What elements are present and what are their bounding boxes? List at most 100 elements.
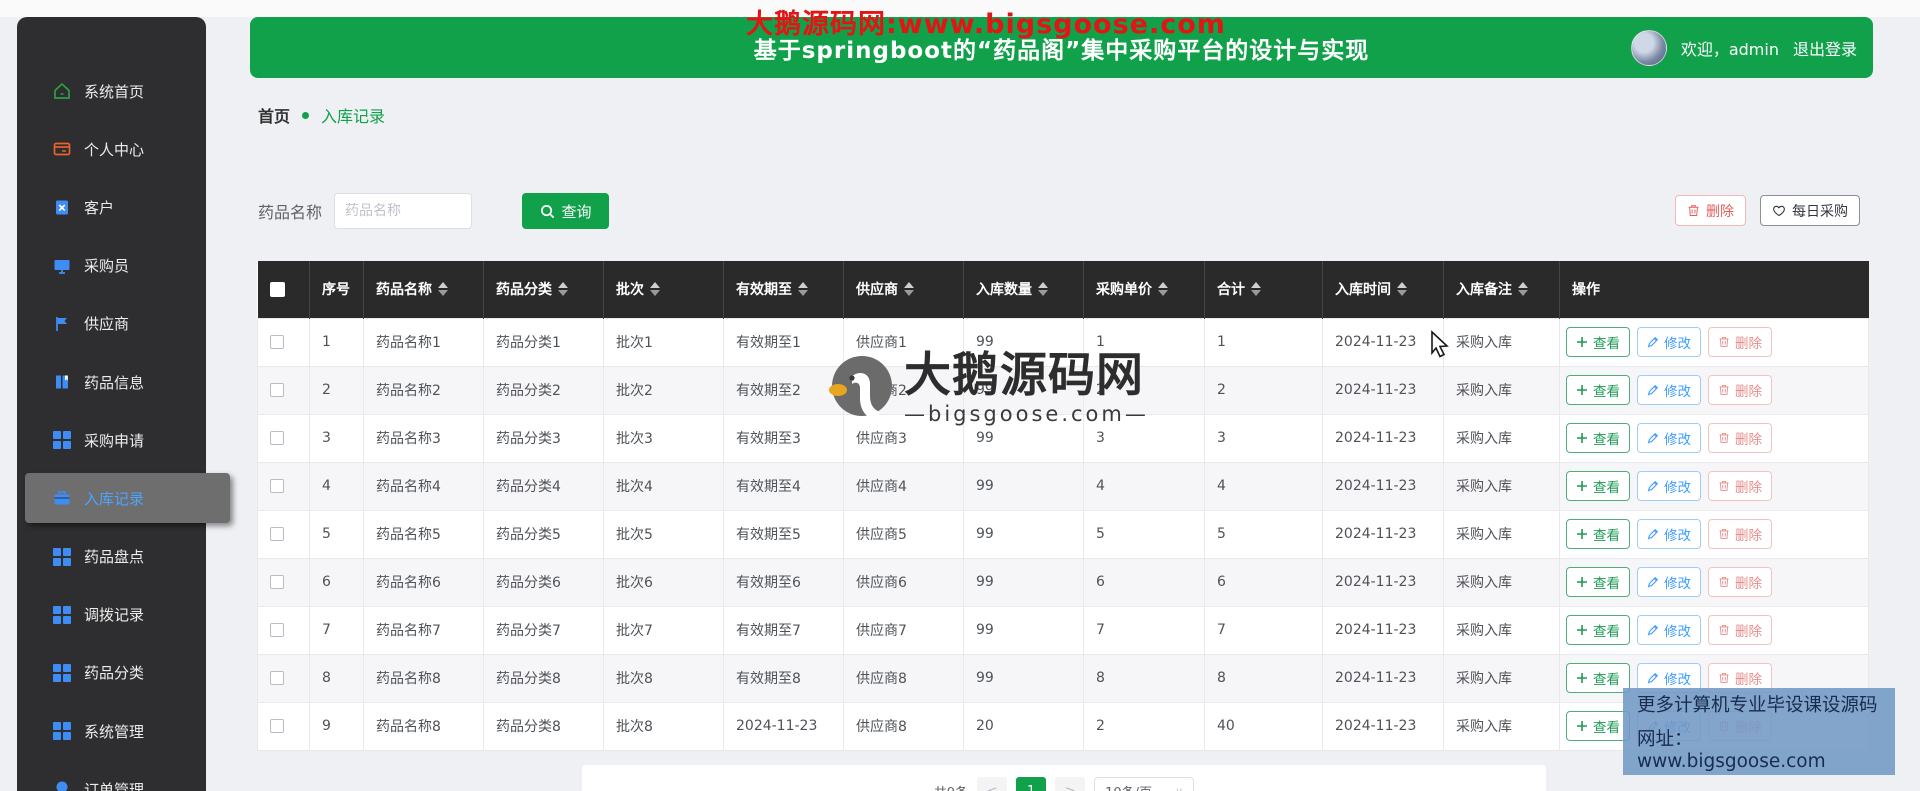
- sidebar-item-2[interactable]: 客户: [17, 178, 206, 236]
- sidebar-item-0[interactable]: 系统首页: [17, 62, 206, 120]
- sort-icon[interactable]: [650, 282, 660, 297]
- sort-icon[interactable]: [1158, 282, 1168, 297]
- sort-icon[interactable]: [1518, 282, 1528, 297]
- view-button[interactable]: 查看: [1566, 423, 1630, 453]
- sidebar-item-9[interactable]: 调拨记录: [17, 586, 206, 644]
- column-header[interactable]: 药品名称: [363, 261, 484, 318]
- view-button[interactable]: 查看: [1566, 615, 1630, 645]
- pencil-icon: [1647, 624, 1659, 636]
- checkbox[interactable]: [269, 281, 285, 297]
- sort-icon[interactable]: [1397, 282, 1407, 297]
- bulk-delete-button[interactable]: 删除: [1675, 195, 1746, 226]
- table-cell: 采购入库: [1443, 317, 1560, 367]
- sidebar-item-6[interactable]: 采购申请: [17, 411, 206, 469]
- delete-button[interactable]: 删除: [1708, 327, 1772, 357]
- sort-icon[interactable]: [1038, 282, 1048, 297]
- column-header: 序号: [309, 261, 364, 318]
- table-row: 5 药品名称5 药品分类5 批次5 有效期至5 供应商5 99 5 5 2024-11-23 采购入…: [257, 509, 1869, 559]
- sidebar-item-10[interactable]: 药品分类: [17, 644, 206, 702]
- daily-purchase-button[interactable]: 每日采购: [1760, 195, 1860, 226]
- table-cell: 99: [963, 605, 1084, 655]
- row-checkbox[interactable]: [270, 479, 284, 493]
- column-header[interactable]: 药品分类: [483, 261, 604, 318]
- row-checkbox[interactable]: [270, 527, 284, 541]
- edit-button[interactable]: 修改: [1637, 519, 1701, 549]
- delete-button[interactable]: 删除: [1708, 375, 1772, 405]
- sidebar-item-3[interactable]: 采购员: [17, 237, 206, 295]
- table-cell: 99: [963, 557, 1084, 607]
- view-button[interactable]: 查看: [1566, 471, 1630, 501]
- breadcrumb-home[interactable]: 首页: [258, 103, 290, 127]
- row-select-cell: [257, 413, 310, 463]
- sort-icon[interactable]: [1251, 282, 1261, 297]
- sidebar-item-5[interactable]: 药品信息: [17, 353, 206, 411]
- book-icon: [53, 373, 71, 391]
- column-header[interactable]: 入库时间: [1322, 261, 1444, 318]
- sidebar-item-1[interactable]: 个人中心: [17, 120, 206, 178]
- view-button[interactable]: 查看: [1566, 567, 1630, 597]
- select-all-checkbox[interactable]: [257, 261, 310, 318]
- delete-button[interactable]: 删除: [1708, 519, 1772, 549]
- current-page-button[interactable]: 1: [1016, 777, 1047, 791]
- column-header[interactable]: 入库数量: [963, 261, 1084, 318]
- table-row: 2 药品名称2 药品分类2 批次2 有效期至2 供应商2 99 2 2 2024-11-23 采购入…: [257, 365, 1869, 415]
- view-button[interactable]: 查看: [1566, 519, 1630, 549]
- view-button[interactable]: 查看: [1566, 711, 1630, 741]
- table-cell: 批次8: [603, 701, 724, 751]
- row-select-cell: [257, 365, 310, 415]
- edit-button[interactable]: 修改: [1637, 615, 1701, 645]
- column-header[interactable]: 入库备注: [1443, 261, 1560, 318]
- logout-link[interactable]: 退出登录: [1793, 36, 1857, 60]
- sidebar-item-4[interactable]: 供应商: [17, 295, 206, 353]
- delete-button[interactable]: 删除: [1708, 423, 1772, 453]
- edit-button[interactable]: 修改: [1637, 423, 1701, 453]
- grid-icon: [53, 547, 71, 566]
- row-checkbox[interactable]: [270, 671, 284, 685]
- row-checkbox[interactable]: [270, 719, 284, 733]
- avatar[interactable]: [1630, 29, 1667, 66]
- row-checkbox[interactable]: [270, 623, 284, 637]
- sort-icon[interactable]: [438, 282, 448, 297]
- row-checkbox[interactable]: [270, 335, 284, 349]
- table-cell: 2024-11-23: [1322, 509, 1444, 559]
- edit-button[interactable]: 修改: [1637, 567, 1701, 597]
- column-header[interactable]: 合计: [1204, 261, 1323, 318]
- column-header[interactable]: 有效期至: [723, 261, 844, 318]
- search-input[interactable]: [334, 193, 473, 229]
- sidebar-item-label: 药品分类: [84, 664, 145, 683]
- sidebar: 系统首页 个人中心 客户采购员供应商 药品信息 采购申请 入库记录 药品盘点 调拨记录药品分类…: [17, 17, 230, 791]
- sidebar-item-7[interactable]: 入库记录: [17, 469, 230, 527]
- table-cell: 药品分类8: [483, 653, 604, 703]
- delete-button[interactable]: 删除: [1708, 615, 1772, 645]
- table-row: 3 药品名称3 药品分类3 批次3 有效期至3 供应商3 99 3 3 2024-11-23 采购入…: [257, 413, 1869, 463]
- column-header[interactable]: 采购单价: [1083, 261, 1205, 318]
- view-button[interactable]: 查看: [1566, 663, 1630, 693]
- grid-icon: [53, 663, 71, 682]
- query-button[interactable]: 查询: [522, 193, 610, 229]
- sort-icon[interactable]: [558, 282, 568, 297]
- delete-button[interactable]: 删除: [1708, 471, 1772, 501]
- column-header[interactable]: 批次: [603, 261, 724, 318]
- row-checkbox[interactable]: [270, 383, 284, 397]
- table-cell: 药品分类8: [483, 701, 604, 751]
- sort-icon[interactable]: [798, 282, 808, 297]
- column-header[interactable]: 供应商: [843, 261, 964, 318]
- edit-button[interactable]: 修改: [1637, 327, 1701, 357]
- view-button[interactable]: 查看: [1566, 327, 1630, 357]
- edit-button[interactable]: 修改: [1637, 375, 1701, 405]
- edit-button[interactable]: 修改: [1637, 471, 1701, 501]
- view-button[interactable]: 查看: [1566, 375, 1630, 405]
- sidebar-item-11[interactable]: 系统管理: [17, 702, 206, 760]
- delete-button[interactable]: 删除: [1708, 567, 1772, 597]
- next-page-button[interactable]: >: [1055, 777, 1086, 791]
- row-checkbox[interactable]: [270, 575, 284, 589]
- page-size-select[interactable]: 10条/页 ∨: [1094, 777, 1195, 791]
- sidebar-item-label: 采购员: [84, 257, 130, 276]
- sidebar-item-8[interactable]: 药品盘点: [17, 528, 206, 586]
- row-checkbox[interactable]: [270, 431, 284, 445]
- prev-page-button[interactable]: <: [977, 777, 1008, 791]
- row-actions: 查看修改删除: [1559, 509, 1869, 559]
- sort-icon[interactable]: [904, 282, 914, 297]
- sidebar-item-12[interactable]: 订单管理: [17, 760, 206, 791]
- row-actions: 查看修改删除: [1559, 461, 1869, 511]
